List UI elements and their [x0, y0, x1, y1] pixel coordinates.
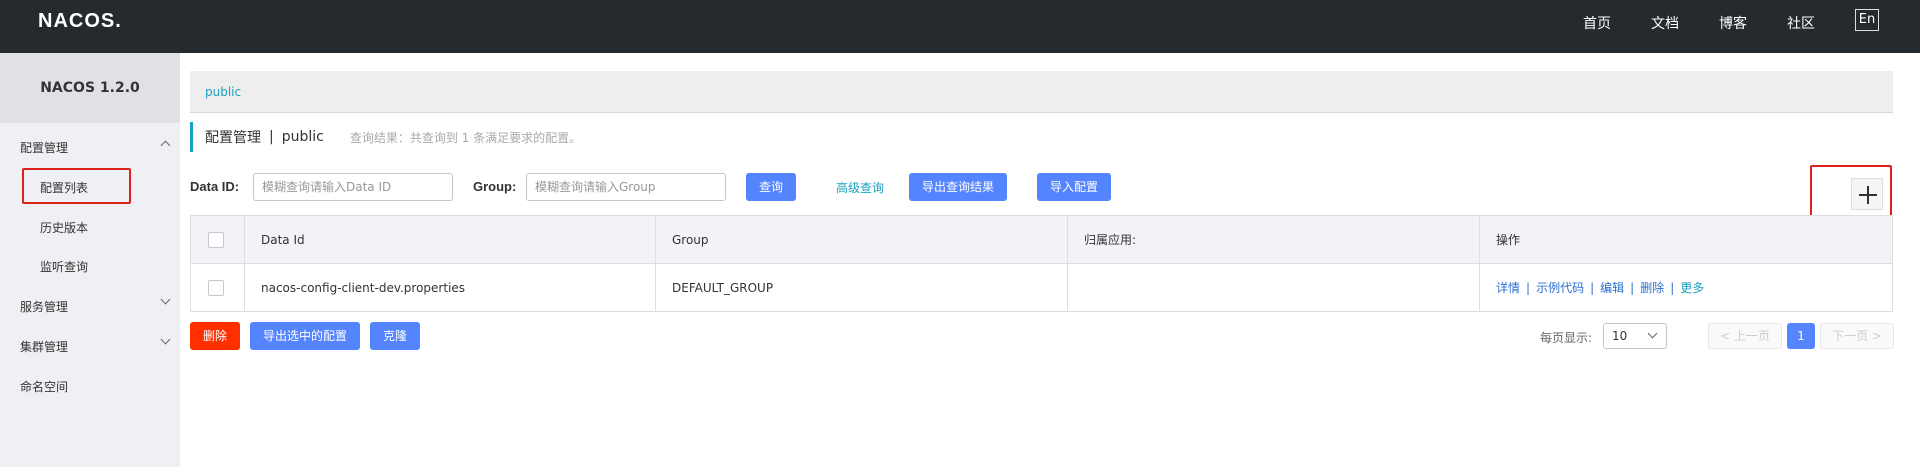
table-header: Data Id Group 归属应用: 操作 — [191, 216, 1892, 264]
details-link[interactable]: 详情 — [1496, 279, 1520, 296]
op-separator: | — [1670, 280, 1675, 295]
nav-home[interactable]: 首页 — [1583, 13, 1611, 33]
column-header-data-id: Data Id — [245, 216, 656, 263]
more-link[interactable]: 更多 — [1680, 279, 1704, 296]
per-page-value: 10 — [1612, 329, 1628, 343]
sidebar-version-title: NACOS 1.2.0 — [0, 53, 180, 123]
chevron-down-icon[interactable] — [160, 334, 171, 345]
clone-button[interactable]: 克隆 — [370, 322, 420, 350]
column-header-group: Group — [656, 216, 1068, 263]
column-header-app: 归属应用: — [1068, 216, 1480, 263]
nav-community[interactable]: 社区 — [1787, 13, 1815, 33]
op-separator: | — [1630, 280, 1635, 295]
sidebar-item-service-management[interactable]: 服务管理 — [20, 298, 68, 315]
edit-link[interactable]: 编辑 — [1600, 279, 1624, 296]
namespace-link-public[interactable]: public — [205, 85, 241, 99]
op-separator: | — [1526, 280, 1531, 295]
delete-link[interactable]: 删除 — [1640, 279, 1664, 296]
nacos-logo[interactable]: NACOS. — [38, 10, 122, 33]
data-id-input[interactable] — [253, 173, 453, 201]
per-page-select[interactable]: 10 — [1603, 323, 1667, 349]
page-namespace: public — [281, 129, 324, 145]
next-page-button[interactable]: 下一页 > — [1820, 323, 1894, 349]
sample-code-link[interactable]: 示例代码 — [1536, 279, 1584, 296]
chevron-down-icon — [1647, 328, 1658, 339]
title-separator: | — [269, 129, 274, 145]
cell-operations: 详情 | 示例代码 | 编辑 | 删除 | 更多 — [1480, 264, 1892, 311]
sidebar-item-namespace[interactable]: 命名空间 — [20, 378, 68, 395]
language-toggle-button[interactable]: En — [1855, 9, 1879, 31]
cell-group: DEFAULT_GROUP — [656, 264, 1068, 311]
chevron-down-icon[interactable] — [160, 294, 171, 305]
page-title-text: 配置管理 — [205, 130, 261, 146]
export-selected-button[interactable]: 导出选中的配置 — [250, 322, 360, 350]
nav-docs[interactable]: 文档 — [1651, 13, 1679, 33]
cell-data-id: nacos-config-client-dev.properties — [245, 264, 656, 311]
bulk-delete-button[interactable]: 删除 — [190, 322, 240, 350]
row-checkbox[interactable] — [208, 279, 224, 296]
op-separator: | — [1590, 280, 1595, 295]
per-page-label: 每页显示: — [1540, 331, 1593, 345]
current-page-button[interactable]: 1 — [1787, 323, 1815, 349]
column-header-operations: 操作 — [1496, 233, 1521, 247]
cell-app — [1068, 264, 1480, 311]
prev-page-button[interactable]: < 上一页 — [1708, 323, 1782, 349]
page-title: 配置管理 | public 查询结果：共查询到 1 条满足要求的配置。 — [190, 122, 581, 152]
annotation-highlight-box — [22, 168, 131, 204]
export-results-button[interactable]: 导出查询结果 — [909, 173, 1007, 201]
advanced-search-link[interactable]: 高级查询 — [836, 179, 884, 196]
group-label: Group: — [473, 179, 517, 194]
table-row: nacos-config-client-dev.properties DEFAU… — [191, 264, 1892, 311]
config-table: Data Id Group 归属应用: 操作 nacos-config-clie… — [190, 215, 1893, 312]
sidebar-item-config-management[interactable]: 配置管理 — [20, 139, 68, 156]
query-result-summary: 查询结果：共查询到 1 条满足要求的配置。 — [349, 130, 582, 145]
import-config-button[interactable]: 导入配置 — [1037, 173, 1111, 201]
chevron-up-icon[interactable] — [160, 140, 171, 151]
top-header: NACOS. 首页 文档 博客 社区 En — [0, 0, 1920, 53]
sidebar-item-cluster-management[interactable]: 集群管理 — [20, 338, 68, 355]
namespace-breadcrumb-bar: public — [190, 71, 1893, 113]
select-all-checkbox[interactable] — [208, 231, 224, 248]
search-button[interactable]: 查询 — [746, 173, 796, 201]
data-id-label: Data ID: — [190, 179, 240, 194]
nav-blog[interactable]: 博客 — [1719, 13, 1747, 33]
group-input[interactable] — [526, 173, 726, 201]
sidebar: NACOS 1.2.0 配置管理 配置列表 历史版本 监听查询 服务管理 集群管… — [0, 53, 180, 467]
sidebar-item-listener-query[interactable]: 监听查询 — [40, 258, 88, 275]
sidebar-item-history[interactable]: 历史版本 — [40, 219, 88, 236]
